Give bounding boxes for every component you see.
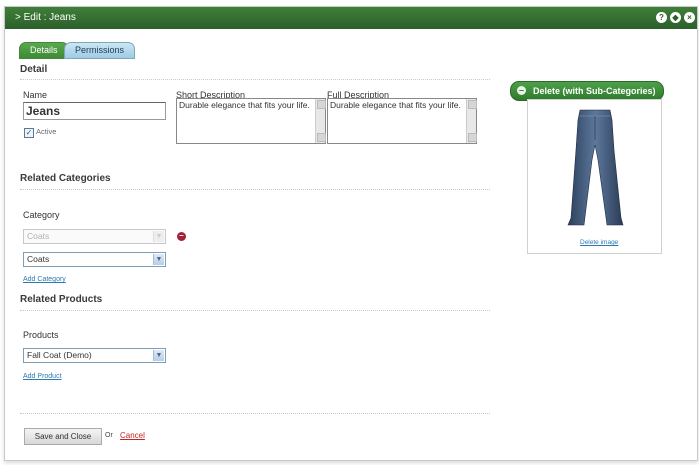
name-field[interactable]: Jeans [23, 102, 166, 120]
edit-window: > Edit : Jeans ? ◆ × Details Permissions… [4, 6, 698, 461]
chevron-down-icon[interactable]: ▼ [153, 350, 164, 361]
short-description-text: Durable elegance that fits your life. [179, 100, 310, 110]
active-label: Active [36, 127, 57, 136]
divider [20, 189, 490, 190]
category-select-disabled-value: Coats [27, 231, 50, 241]
window-title: > Edit : Jeans [15, 12, 76, 23]
chevron-down-icon: ▼ [153, 231, 164, 242]
delete-image-link[interactable]: Delete image [580, 239, 618, 246]
add-category-link[interactable]: Add Category [23, 276, 66, 283]
divider [20, 310, 490, 311]
scroll-up-icon[interactable] [317, 100, 326, 109]
related-products-title: Related Products [20, 294, 103, 305]
minus-icon: – [517, 85, 526, 95]
short-description-field[interactable]: Durable elegance that fits your life. [176, 98, 326, 144]
divider [20, 79, 490, 80]
title-bar-icons: ? ◆ × [656, 12, 695, 23]
title-bar: > Edit : Jeans ? ◆ × [5, 7, 697, 29]
divider [20, 413, 490, 414]
product-image-box [527, 99, 662, 254]
close-icon[interactable]: × [684, 12, 695, 23]
jeans-image [567, 109, 624, 226]
category-select-disabled: Coats ▼ [23, 229, 166, 244]
related-categories-title: Related Categories [20, 173, 111, 184]
category-label: Category [23, 210, 60, 220]
delete-button-label: Delete (with Sub-Categories) [533, 86, 656, 96]
remove-icon[interactable]: – [177, 232, 186, 241]
cancel-link[interactable]: Cancel [120, 431, 145, 440]
category-select[interactable]: Coats ▼ [23, 252, 166, 267]
scroll-up-icon[interactable] [468, 100, 477, 109]
scrollbar[interactable] [466, 99, 477, 143]
scrollbar[interactable] [315, 99, 326, 143]
scroll-down-icon[interactable] [468, 133, 477, 142]
products-label: Products [23, 330, 59, 340]
full-description-field[interactable]: Durable elegance that fits your life. [327, 98, 477, 144]
save-and-close-button[interactable]: Save and Close [24, 428, 102, 445]
settings-icon[interactable]: ◆ [670, 12, 681, 23]
help-icon[interactable]: ? [656, 12, 667, 23]
delete-with-subcategories-button[interactable]: – Delete (with Sub-Categories) [510, 81, 664, 101]
tab-details[interactable]: Details [19, 42, 69, 59]
tab-permissions[interactable]: Permissions [64, 42, 136, 59]
product-select[interactable]: Fall Coat (Demo) ▼ [23, 348, 166, 363]
chevron-down-icon[interactable]: ▼ [153, 254, 164, 265]
full-description-text: Durable elegance that fits your life. [330, 100, 461, 110]
category-select-value: Coats [27, 254, 50, 264]
active-checkbox[interactable]: ✓ [24, 128, 34, 138]
or-text: Or [105, 432, 113, 439]
scroll-down-icon[interactable] [317, 133, 326, 142]
detail-section-title: Detail [20, 64, 48, 75]
product-select-value: Fall Coat (Demo) [27, 350, 92, 360]
add-product-link[interactable]: Add Product [23, 373, 62, 380]
name-label: Name [23, 90, 48, 100]
